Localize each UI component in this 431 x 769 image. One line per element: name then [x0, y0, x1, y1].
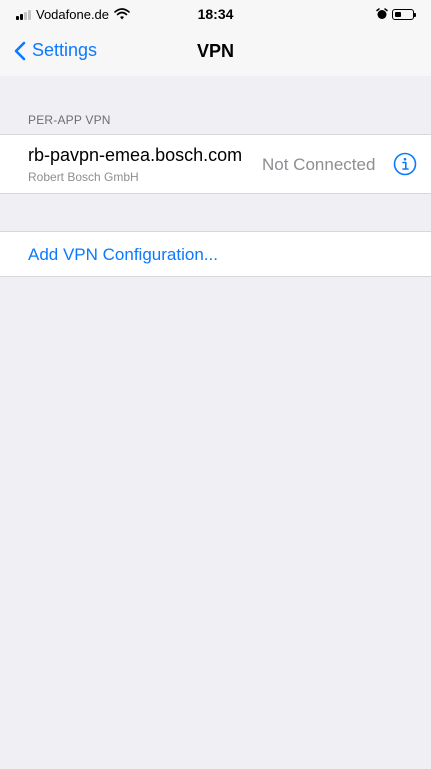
add-vpn-configuration-button[interactable]: Add VPN Configuration... — [28, 245, 218, 265]
status-bar: Vodafone.de 18:34 — [0, 0, 431, 30]
status-time: 18:34 — [197, 6, 234, 22]
vpn-organization: Robert Bosch GmbH — [28, 170, 139, 184]
battery-icon — [392, 9, 416, 20]
navigation-bar: Settings VPN — [0, 30, 431, 76]
vpn-list-item[interactable]: rb-pavpn-emea.bosch.com Robert Bosch Gmb… — [0, 134, 431, 194]
alarm-icon — [376, 8, 388, 19]
info-icon[interactable] — [393, 152, 417, 176]
vpn-server-name: rb-pavpn-emea.bosch.com — [28, 145, 243, 165]
add-vpn-row[interactable]: Add VPN Configuration... — [0, 231, 431, 277]
page-title: VPN — [196, 41, 234, 61]
section-header-per-app-vpn: PER-APP VPN — [28, 113, 111, 127]
vpn-status-label: Not Connected — [262, 155, 376, 174]
